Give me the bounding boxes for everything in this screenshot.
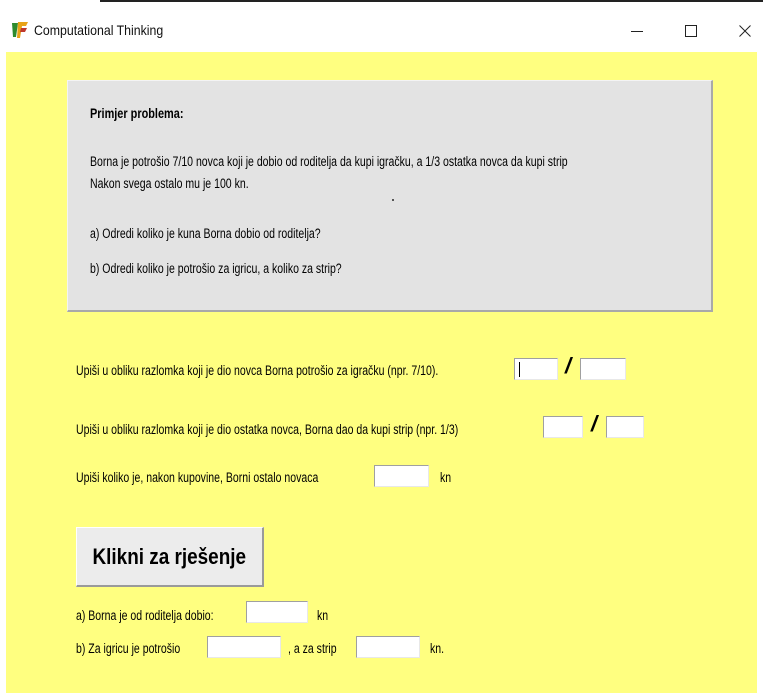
fraction-comic-label: Upiši u obliku razlomka koji je dio osta… (76, 422, 459, 437)
remaining-money-input[interactable] (374, 465, 429, 487)
result-a-label: a) Borna je od roditelja dobio: (76, 608, 214, 623)
maximize-icon (685, 25, 697, 37)
remaining-money-label: Upiši koliko je, nakon kupovine, Borni o… (76, 470, 319, 485)
result-a-output[interactable] (246, 601, 308, 623)
problem-question-a: a) Odredi koliko je kuna Borna dobio od … (90, 226, 321, 241)
solve-button[interactable]: Klikni za rješenje (76, 527, 264, 587)
comic-denominator-input[interactable] (606, 416, 644, 438)
problem-heading: Primjer problema: (90, 105, 184, 121)
fraction-slash: / (591, 411, 598, 436)
remaining-money-unit: kn (440, 470, 452, 485)
close-icon (739, 25, 751, 37)
toy-numerator-input[interactable] (514, 358, 558, 380)
title-bar[interactable]: Computational Thinking (0, 8, 763, 52)
solve-button-label: Klikni za rješenje (92, 543, 247, 569)
stray-dot (392, 199, 394, 201)
window-client-area: Primjer problema: Borna je potrošio 7/10… (6, 52, 757, 693)
comic-numerator-input[interactable] (543, 416, 583, 438)
problem-text-line-1: Borna je potrošio 7/10 novca koji je dob… (90, 154, 568, 169)
window-title: Computational Thinking (34, 22, 164, 38)
result-toy-output[interactable] (207, 636, 281, 658)
minimize-icon (631, 25, 643, 37)
toy-denominator-input[interactable] (580, 358, 626, 380)
result-b-middle-text: , a za strip (288, 641, 337, 656)
minimize-button[interactable] (614, 16, 660, 46)
fraction-slash: / (565, 353, 572, 378)
result-b-unit: kn. (430, 641, 445, 656)
fraction-toy-label: Upiši u obliku razlomka koji je dio novc… (76, 363, 439, 378)
window-top-edge (0, 0, 763, 8)
app-logo-icon (10, 20, 30, 40)
problem-question-b: b) Odredi koliko je potrošio za igricu, … (90, 261, 342, 276)
result-comic-output[interactable] (356, 636, 420, 658)
problem-panel: Primjer problema: Borna je potrošio 7/10… (67, 80, 713, 312)
result-b-label: b) Za igricu je potrošio (76, 641, 181, 656)
result-a-unit: kn (317, 608, 329, 623)
maximize-button[interactable] (668, 16, 714, 46)
problem-text-line-2: Nakon svega ostalo mu je 100 kn. (90, 176, 249, 191)
close-button[interactable] (722, 16, 763, 46)
text-caret (519, 362, 520, 377)
